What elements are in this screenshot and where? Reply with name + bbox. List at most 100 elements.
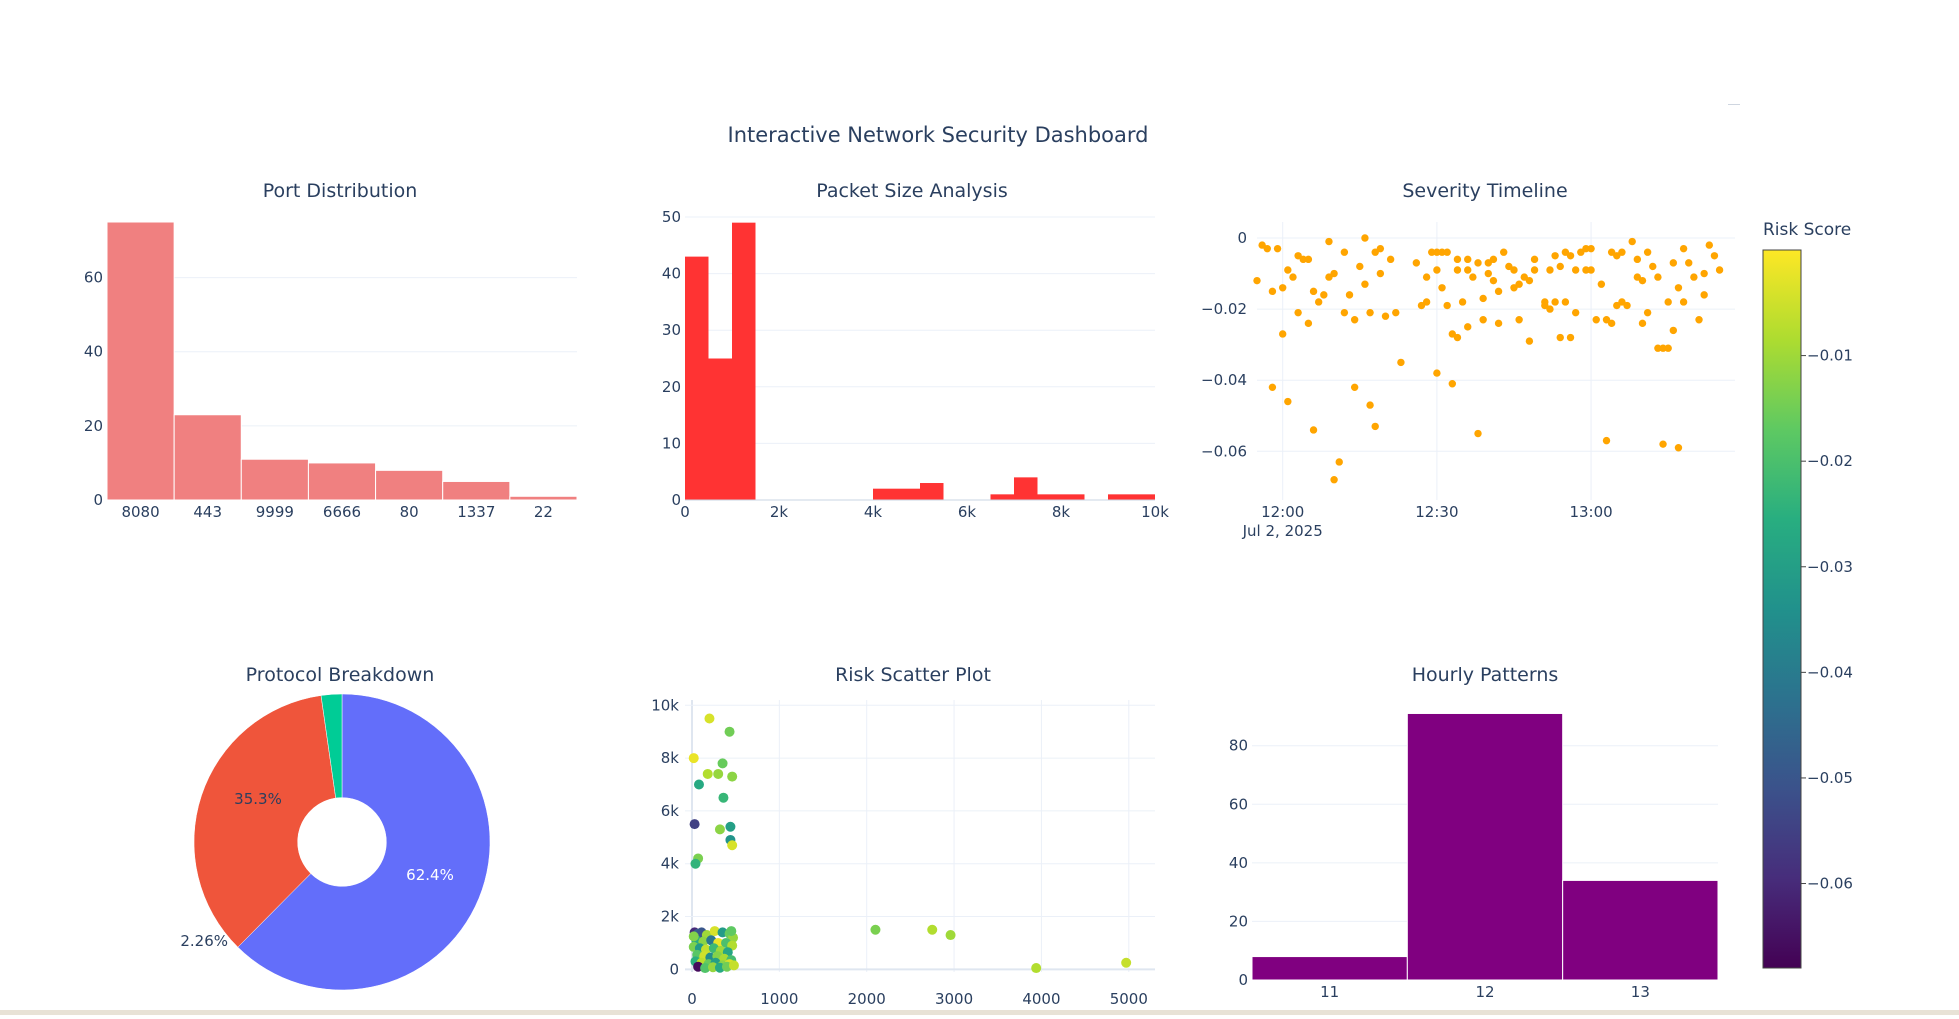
severity-point — [1376, 244, 1385, 253]
severity-point — [1494, 287, 1503, 296]
x-tick-label: 13:00 — [1569, 503, 1612, 521]
severity-point — [1412, 259, 1421, 267]
x-tick-label: 12:00 — [1261, 503, 1304, 521]
port-distribution-chart: Port Distribution 0 20 40 60 8080 443 9999 6666… — [84, 180, 578, 521]
severity-point — [1469, 273, 1477, 281]
x-tick-label: 4k — [864, 503, 883, 521]
severity-point — [1278, 330, 1287, 338]
colorbar-gradient — [1762, 249, 1802, 969]
risk-point — [690, 858, 701, 869]
severity-point — [1587, 244, 1595, 253]
port-distribution-title: Port Distribution — [263, 180, 418, 202]
dashboard: Interactive Network Security Dashboard P… — [0, 0, 1959, 1015]
dashboard-title: Interactive Network Security Dashboard — [728, 123, 1149, 147]
packet-bar — [920, 483, 944, 500]
severity-point — [1464, 266, 1472, 274]
colorbar-tick-label: −0.04 — [1807, 663, 1853, 681]
port-bar — [106, 221, 175, 501]
x-tick-label: 6k — [958, 503, 977, 521]
port-bar — [307, 462, 377, 501]
severity-point — [1674, 284, 1683, 292]
risk-point — [693, 779, 704, 790]
severity-point — [1664, 344, 1672, 352]
x-tick-label: 10k — [1141, 503, 1169, 521]
severity-point — [1371, 422, 1379, 431]
severity-point — [1530, 255, 1539, 264]
severity-point — [1273, 244, 1282, 253]
x-tick-label: 1337 — [457, 503, 495, 521]
y-tick-label: 6k — [661, 802, 680, 820]
y-tick-label: 60 — [1229, 795, 1248, 813]
x-tick-label: 443 — [193, 503, 222, 521]
severity-point — [1633, 255, 1642, 264]
severity-point — [1674, 444, 1683, 452]
risk-point — [728, 960, 739, 971]
severity-point — [1381, 312, 1390, 320]
severity-point — [1638, 276, 1647, 285]
severity-point — [1643, 308, 1652, 317]
y-tick-label: 20 — [84, 417, 103, 435]
risk-point — [688, 753, 699, 764]
severity-point — [1474, 429, 1482, 438]
severity-point — [1284, 266, 1292, 274]
colorbar-tick-label: −0.05 — [1807, 769, 1853, 787]
severity-point — [1607, 319, 1616, 328]
risk-point — [1121, 957, 1132, 968]
risk-point — [724, 726, 735, 737]
colorbar-tick-label: −0.06 — [1807, 875, 1853, 893]
severity-point — [1422, 298, 1431, 306]
severity-point — [1397, 358, 1405, 367]
severity-point — [1284, 397, 1292, 406]
severity-point — [1510, 266, 1518, 274]
severity-point — [1571, 308, 1580, 317]
severity-point — [1587, 266, 1595, 274]
severity-point — [1685, 259, 1693, 267]
y-tick-label: 40 — [662, 265, 681, 283]
severity-point — [1309, 426, 1318, 434]
hourly-patterns-title: Hourly Patterns — [1412, 664, 1559, 686]
x-tick-label: 6666 — [323, 503, 361, 521]
y-tick-label: 30 — [662, 321, 681, 339]
packet-size-chart: Packet Size Analysis 010203040500 2k 4k 6k 8… — [662, 180, 1169, 521]
severity-point — [1489, 276, 1498, 285]
x-tick-label: 8k — [1052, 503, 1071, 521]
severity-point — [1494, 319, 1503, 328]
severity-point — [1361, 280, 1369, 288]
risk-point — [689, 819, 700, 830]
severity-point — [1453, 333, 1462, 342]
hourly-bar — [1406, 712, 1564, 981]
severity-point — [1525, 337, 1534, 345]
port-bar — [375, 469, 444, 501]
severity-point — [1602, 436, 1611, 445]
x-tick-label: 2k — [770, 503, 789, 521]
severity-point — [1649, 262, 1657, 271]
severity-point — [1448, 380, 1457, 388]
severity-point — [1340, 248, 1349, 256]
dashboard-canvas: Interactive Network Security Dashboard P… — [84, 123, 1853, 1008]
y-tick-label: 20 — [1229, 912, 1248, 930]
packet-bar — [1108, 494, 1155, 500]
packet-bar — [1037, 494, 1085, 500]
port-bar — [240, 458, 309, 501]
risk-point — [718, 792, 729, 803]
severity-point — [1541, 298, 1549, 306]
x-tick-sublabel: Jul 2, 2025 — [1242, 522, 1323, 540]
x-tick-label: 12:30 — [1415, 503, 1458, 521]
severity-point — [1525, 276, 1534, 285]
x-tick-label: 4000 — [1022, 990, 1060, 1008]
risk-scatter-title: Risk Scatter Plot — [835, 664, 991, 686]
severity-point — [1500, 248, 1508, 256]
severity-point — [1304, 319, 1313, 328]
colorbar-tick-label: −0.02 — [1807, 452, 1853, 470]
risk-point — [727, 840, 738, 851]
severity-point — [1515, 280, 1523, 288]
packet-bar — [873, 488, 920, 500]
severity-point — [1443, 248, 1451, 256]
y-tick-label: −0.02 — [1201, 300, 1247, 318]
severity-point — [1679, 298, 1688, 306]
y-tick-label: 2k — [661, 908, 680, 926]
bottom-strip — [0, 1010, 1959, 1015]
severity-point — [1340, 308, 1349, 317]
severity-point — [1345, 291, 1354, 299]
y-tick-label: 40 — [1229, 854, 1248, 872]
